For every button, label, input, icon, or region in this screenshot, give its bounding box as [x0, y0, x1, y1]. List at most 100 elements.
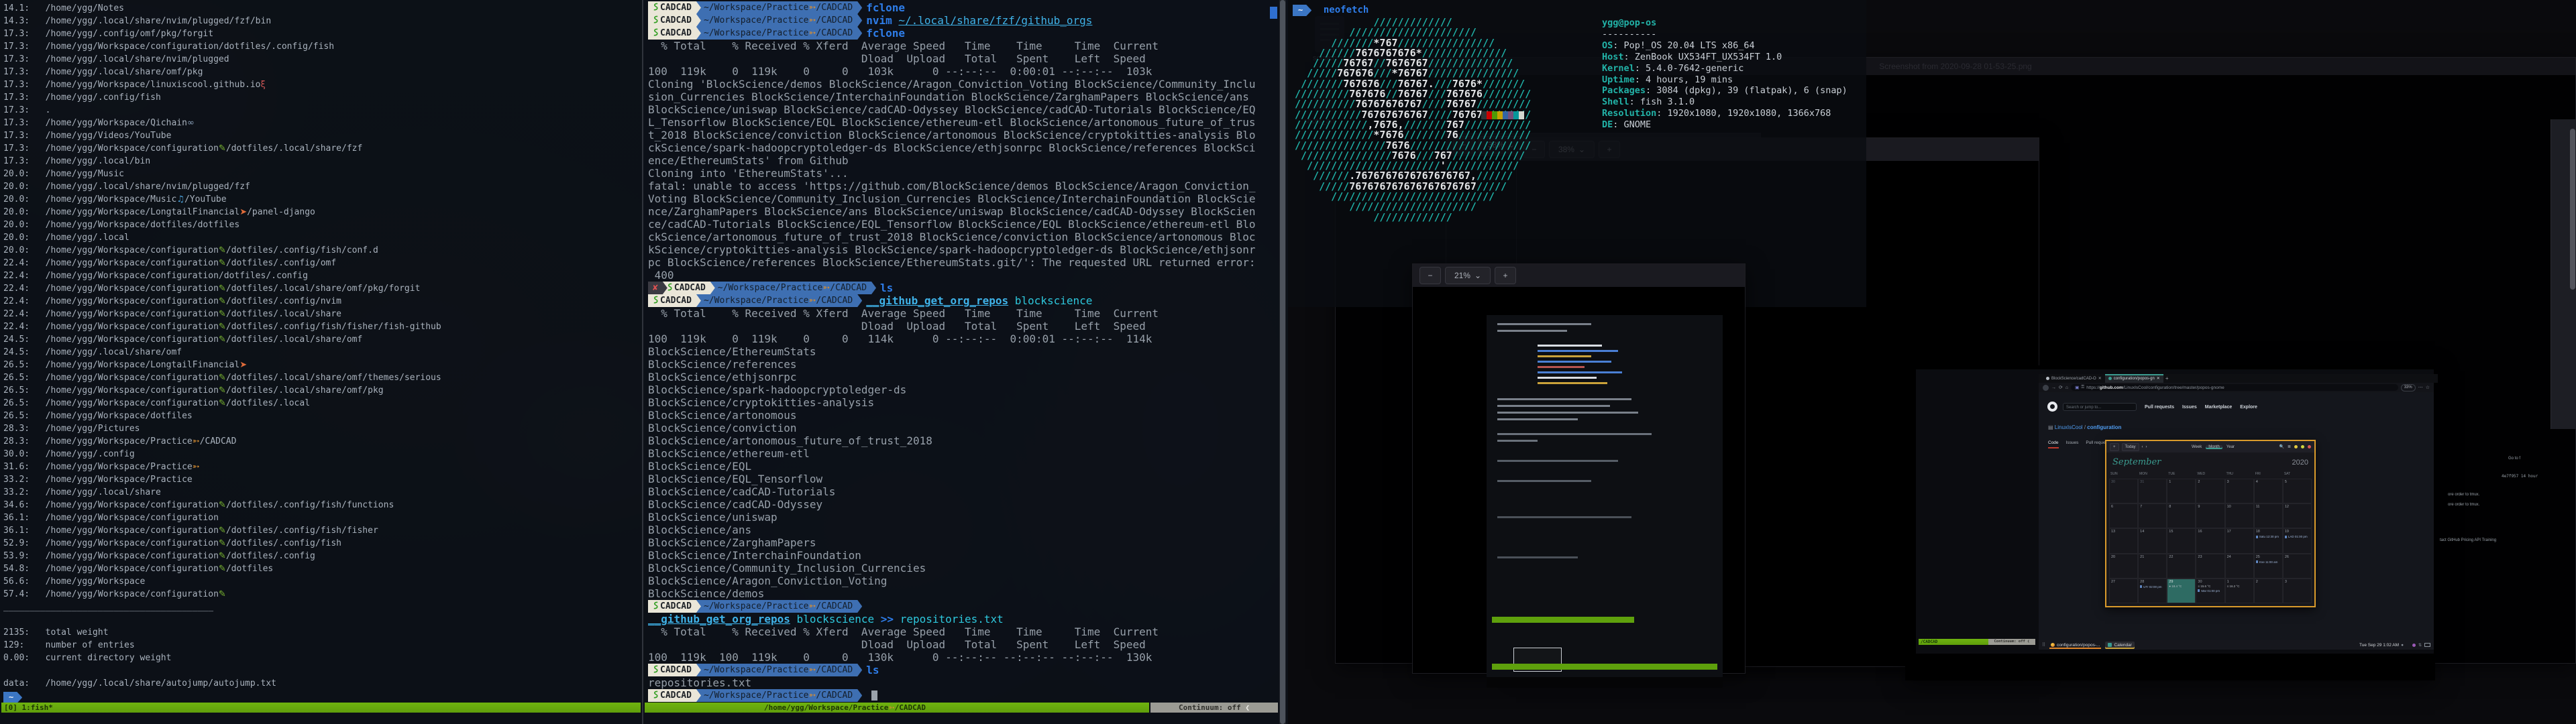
terminal-line: BlockScience/ethjsonrpc [648, 371, 1275, 383]
screenshot-fragment [1497, 418, 1578, 420]
cwd-segment: ~/Workspace/Practice➳/CADCAD [696, 664, 862, 676]
offscreen-window-edge [2551, 119, 2576, 429]
taskbar-system-tray: ⇅ [2412, 643, 2430, 648]
command-text[interactable]: __github_get_org_repos [648, 613, 790, 625]
terminal-line: 100 119k 0 119k 0 0 114k 0 --:--:-- 0:00… [648, 333, 1275, 345]
nested-calendar-window-highlighted: + Today ‹ › WeekMonthYear 🔍 ≣ September … [2105, 440, 2316, 607]
tmux-status-bar: /home/ygg/Workspace/Practice➳/CADCAD Con… [645, 703, 1288, 713]
zoom-out-button[interactable]: − [1419, 267, 1441, 284]
calendar-day-cell: 5 [2283, 479, 2312, 503]
terminal-line: % Total % Received % Xferd Average Speed… [648, 307, 1275, 320]
terminal-line: BlockScience/uniswap [648, 511, 1275, 524]
screenshot-fragment [1492, 617, 1634, 623]
neofetch-info-line: Kernel: 5.4.0-7642-generic [1602, 63, 1847, 74]
terminal-line: CADCAD~/Workspace/Practice➳/CADCAD [648, 600, 1275, 613]
venv-segment: CADCAD [662, 282, 715, 294]
command-text: fclone [866, 27, 905, 40]
terminal-scrollbar[interactable] [1279, 0, 1286, 724]
terminal-line: % Total % Received % Xferd Average Speed… [648, 40, 1275, 52]
shield-icon: ▣ [2075, 385, 2079, 390]
palette-swatch [1481, 111, 1487, 119]
image-viewer-window-d[interactable]: /CADCAD Continuum: off ❮ BlockScience/ca… [1905, 365, 2435, 680]
calendar-prev-icon: ‹ [2142, 445, 2143, 449]
rocket-icon: ➤ [239, 207, 247, 217]
screenshot-fragment [1497, 440, 1538, 442]
prompt-cwd-segment: ~ [3, 692, 22, 703]
taskbar-firefox-item: configuration/popos-... [2049, 641, 2101, 649]
command-text[interactable]: __github_get_org_repos [866, 294, 1008, 307]
desktop: scratch.txt shots_and_dots Screenshot fr… [0, 0, 2576, 724]
nested-screenshot-terminals [1487, 315, 1723, 688]
terminal-line: CADCAD~/Workspace/Practice➳/CADCADfclone [648, 1, 1275, 14]
terminal-line: CADCAD~/Workspace/Practice➳/CADCAD [648, 689, 1275, 702]
calendar-icon [2108, 643, 2112, 647]
terminal-line: BlockScience/artonomous [648, 409, 1275, 422]
nested-browser-tabbar: BlockScience/cadCAD-O✕ configuration/pop… [2039, 374, 2438, 383]
cwd-segment: ~/Workspace/Practice➳/CADCAD [710, 282, 876, 294]
command-text: blockscience [1008, 294, 1092, 307]
calendar-day-header: SAT [2283, 472, 2312, 479]
tray-arrows-icon: ⇅ [2418, 643, 2422, 648]
calendar-next-icon: › [2146, 445, 2147, 449]
calendar-day-cell: 18Satu 12:30 pm [2254, 528, 2283, 553]
pencil-icon: ✎ [219, 398, 226, 408]
github-fragment: tact GitHub Pricing API Training [2440, 538, 2496, 542]
scrollbar-thumb[interactable] [2570, 129, 2575, 290]
calendar-day-cell: 9 [2196, 503, 2224, 528]
screenshot-fragment [1492, 664, 1717, 670]
palette-swatch [1497, 111, 1503, 119]
github-fragment: Go to f [2508, 457, 2520, 461]
terminal-line: BlockScience/uniswap BlockScience/cadCAD… [648, 103, 1275, 116]
github-nav: Pull requestsIssuesMarketplaceExplore [2145, 405, 2257, 410]
command-text: nvim [866, 14, 898, 27]
terminal-line: BlockScience/cryptokitties-analysis [648, 396, 1275, 409]
calendar-year-label: 2020 [2292, 459, 2308, 467]
window-dot-red [2308, 445, 2311, 448]
nested-url-field: ▣ ⚿ https://github.com/LinuxIsCool/confi… [2071, 384, 2398, 391]
calendar-day-cell: 27 [2109, 579, 2138, 603]
command-text[interactable]: ~/.local/share/fzf/github_orgs [898, 14, 1092, 27]
terminal-line: ckScience/artonomous_future_of_trust_201… [648, 231, 1275, 243]
zoom-in-button[interactable]: + [1495, 267, 1516, 284]
command-text: fclone [866, 1, 905, 14]
cwd-segment: ~/Workspace/Practice➳/CADCAD [696, 1, 862, 14]
image-viewer-canvas [1413, 287, 1745, 673]
neofetch-separator: ---------- [1602, 29, 1847, 40]
calendar-day-header: TUE [2167, 472, 2196, 479]
terminal-line: BlockScience/demos [648, 587, 1275, 600]
screenshot-fragment [1538, 377, 1597, 379]
calendar-day-cell: 30 [2109, 479, 2138, 503]
bow-arrow-icon: ➳ [809, 665, 816, 675]
terminal-line: L_Tensorflow BlockScience/EQL BlockScien… [648, 116, 1275, 129]
image-viewer-window-c[interactable]: − 21%⌄ + [1412, 263, 1746, 674]
list-icon: ≣ [2288, 444, 2291, 449]
terminal-line: BlockScience/cadCAD-Tutorials [648, 485, 1275, 498]
scrollbar-thumb[interactable] [1280, 0, 1285, 724]
calendar-day-cell: 28UTr 02:00 pm [2138, 579, 2167, 603]
terminal-neofetch[interactable]: ~ neofetch ///////////// ///////////////… [1288, 0, 1866, 307]
favicon [2108, 377, 2112, 380]
screenshot-fragment [1497, 480, 1591, 482]
calendar-day-cell: 17 [2225, 528, 2254, 553]
bow-arrow-icon: ➳ [193, 436, 200, 446]
taskbar-calendar-item: Calendar [2105, 642, 2134, 649]
blue-indicator [1270, 7, 1277, 19]
calendar-today-button: Today [2122, 443, 2139, 451]
terminal-line: Dload Upload Total Spent Left Speed [648, 638, 1275, 651]
bow-arrow-icon: ➳ [193, 462, 200, 472]
calendar-day-cell: 2 [2196, 479, 2224, 503]
terminal-autojump[interactable]: 14.1: /home/ygg/Notes 14.3: /home/ygg/.l… [0, 0, 642, 724]
calendar-day-cell: 4 [2254, 479, 2283, 503]
terminal-line: CADCAD~/Workspace/Practice➳/CADCAD__gith… [648, 294, 1275, 307]
command-text: ls [880, 282, 893, 294]
terminal-cadcad[interactable]: CADCAD~/Workspace/Practice➳/CADCADfclone… [642, 0, 1288, 724]
zoom-level-dropdown[interactable]: 21%⌄ [1445, 267, 1491, 284]
calendar-day-cell: 25Kne 11:00 am [2254, 554, 2283, 579]
cwd-segment: ~/Workspace/Practice➳/CADCAD [696, 689, 862, 702]
pencil-icon: ✎ [219, 385, 226, 396]
calendar-day-cell: 14 [2138, 528, 2167, 553]
terminal-line: BlockScience/EQL_Tensorflow [648, 473, 1275, 485]
terminal-line: ence/EthereumStats' from Github [648, 154, 1275, 167]
terminal-line: __github_get_org_repos blockscience >> r… [648, 613, 1275, 625]
calendar-day-cell: 13 [2109, 528, 2138, 553]
